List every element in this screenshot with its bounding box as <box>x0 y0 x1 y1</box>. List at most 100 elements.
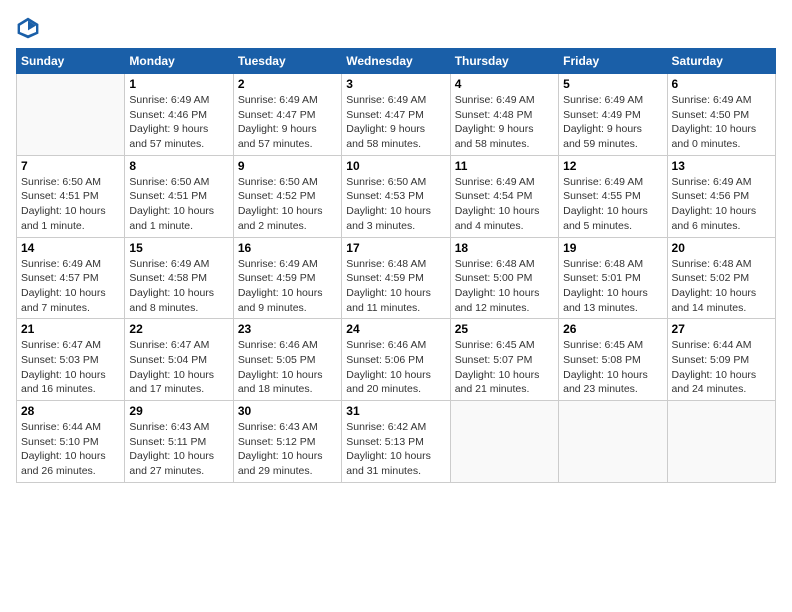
day-number: 7 <box>21 159 120 173</box>
day-number: 16 <box>238 241 337 255</box>
day-info: Sunrise: 6:45 AM Sunset: 5:07 PM Dayligh… <box>455 338 554 397</box>
calendar-cell <box>17 74 125 156</box>
calendar-cell: 24 Sunrise: 6:46 AM Sunset: 5:06 PM Dayli… <box>342 319 450 401</box>
day-header-saturday: Saturday <box>667 49 775 74</box>
day-info: Sunrise: 6:44 AM Sunset: 5:09 PM Dayligh… <box>672 338 771 397</box>
calendar-cell: 8 Sunrise: 6:50 AM Sunset: 4:51 PM Daylig… <box>125 155 233 237</box>
day-info: Sunrise: 6:49 AM Sunset: 4:49 PM Dayligh… <box>563 93 662 152</box>
day-info: Sunrise: 6:49 AM Sunset: 4:55 PM Dayligh… <box>563 175 662 234</box>
calendar-cell: 10Sunrise: 6:50 AM Sunset: 4:53 PM Dayli… <box>342 155 450 237</box>
day-number: 2 <box>238 77 337 91</box>
calendar-cell: 12 Sunrise: 6:49 AM Sunset: 4:55 PM Dayli… <box>559 155 667 237</box>
day-info: Sunrise: 6:43 AM Sunset: 5:11 PM Dayligh… <box>129 420 228 479</box>
day-number: 25 <box>455 322 554 336</box>
day-number: 5 <box>563 77 662 91</box>
calendar-week-3: 14 Sunrise: 6:49 AM Sunset: 4:57 PM Dayli… <box>17 237 776 319</box>
day-number: 19 <box>563 241 662 255</box>
day-info: Sunrise: 6:49 AM Sunset: 4:47 PM Dayligh… <box>346 93 445 152</box>
day-info: Sunrise: 6:46 AM Sunset: 5:05 PM Dayligh… <box>238 338 337 397</box>
day-number: 28 <box>21 404 120 418</box>
day-number: 17 <box>346 241 445 255</box>
calendar-cell: 13 Sunrise: 6:49 AM Sunset: 4:56 PM Dayli… <box>667 155 775 237</box>
day-header-friday: Friday <box>559 49 667 74</box>
day-info: Sunrise: 6:49 AM Sunset: 4:54 PM Dayligh… <box>455 175 554 234</box>
day-info: Sunrise: 6:49 AM Sunset: 4:48 PM Dayligh… <box>455 93 554 152</box>
day-info: Sunrise: 6:43 AM Sunset: 5:12 PM Dayligh… <box>238 420 337 479</box>
calendar-cell: 25 Sunrise: 6:45 AM Sunset: 5:07 PM Dayli… <box>450 319 558 401</box>
day-info: Sunrise: 6:49 AM Sunset: 4:46 PM Dayligh… <box>129 93 228 152</box>
day-number: 31 <box>346 404 445 418</box>
calendar-cell: 3 Sunrise: 6:49 AM Sunset: 4:47 PM Daylig… <box>342 74 450 156</box>
day-number: 22 <box>129 322 228 336</box>
day-header-tuesday: Tuesday <box>233 49 341 74</box>
calendar-cell: 19 Sunrise: 6:48 AM Sunset: 5:01 PM Dayli… <box>559 237 667 319</box>
day-info: Sunrise: 6:49 AM Sunset: 4:50 PM Dayligh… <box>672 93 771 152</box>
calendar-week-5: 28 Sunrise: 6:44 AM Sunset: 5:10 PM Dayli… <box>17 401 776 483</box>
day-info: Sunrise: 6:46 AM Sunset: 5:06 PM Dayligh… <box>346 338 445 397</box>
day-info: Sunrise: 6:48 AM Sunset: 5:02 PM Dayligh… <box>672 257 771 316</box>
day-info: Sunrise: 6:42 AM Sunset: 5:13 PM Dayligh… <box>346 420 445 479</box>
calendar-cell: 5 Sunrise: 6:49 AM Sunset: 4:49 PM Daylig… <box>559 74 667 156</box>
day-info: Sunrise: 6:49 AM Sunset: 4:56 PM Dayligh… <box>672 175 771 234</box>
day-number: 3 <box>346 77 445 91</box>
calendar-cell: 26 Sunrise: 6:45 AM Sunset: 5:08 PM Dayli… <box>559 319 667 401</box>
calendar-cell: 11 Sunrise: 6:49 AM Sunset: 4:54 PM Dayli… <box>450 155 558 237</box>
day-header-thursday: Thursday <box>450 49 558 74</box>
day-info: Sunrise: 6:48 AM Sunset: 5:00 PM Dayligh… <box>455 257 554 316</box>
day-info: Sunrise: 6:50 AM Sunset: 4:52 PM Dayligh… <box>238 175 337 234</box>
calendar-cell: 4Sunrise: 6:49 AM Sunset: 4:48 PM Daylig… <box>450 74 558 156</box>
calendar-cell: 16 Sunrise: 6:49 AM Sunset: 4:59 PM Dayli… <box>233 237 341 319</box>
day-number: 21 <box>21 322 120 336</box>
day-number: 30 <box>238 404 337 418</box>
calendar-cell: 14 Sunrise: 6:49 AM Sunset: 4:57 PM Dayli… <box>17 237 125 319</box>
calendar-week-4: 21 Sunrise: 6:47 AM Sunset: 5:03 PM Dayli… <box>17 319 776 401</box>
day-info: Sunrise: 6:50 AM Sunset: 4:51 PM Dayligh… <box>129 175 228 234</box>
calendar-cell: 15 Sunrise: 6:49 AM Sunset: 4:58 PM Dayli… <box>125 237 233 319</box>
calendar-header-row: SundayMondayTuesdayWednesdayThursdayFrid… <box>17 49 776 74</box>
calendar-cell: 22 Sunrise: 6:47 AM Sunset: 5:04 PM Dayli… <box>125 319 233 401</box>
calendar-cell: 31 Sunrise: 6:42 AM Sunset: 5:13 PM Dayli… <box>342 401 450 483</box>
calendar-week-2: 7 Sunrise: 6:50 AM Sunset: 4:51 PM Daylig… <box>17 155 776 237</box>
day-info: Sunrise: 6:49 AM Sunset: 4:57 PM Dayligh… <box>21 257 120 316</box>
day-number: 20 <box>672 241 771 255</box>
day-number: 24 <box>346 322 445 336</box>
calendar-cell: 29Sunrise: 6:43 AM Sunset: 5:11 PM Dayli… <box>125 401 233 483</box>
day-info: Sunrise: 6:45 AM Sunset: 5:08 PM Dayligh… <box>563 338 662 397</box>
calendar-cell: 18 Sunrise: 6:48 AM Sunset: 5:00 PM Dayli… <box>450 237 558 319</box>
day-number: 18 <box>455 241 554 255</box>
day-header-monday: Monday <box>125 49 233 74</box>
day-info: Sunrise: 6:44 AM Sunset: 5:10 PM Dayligh… <box>21 420 120 479</box>
calendar-cell <box>667 401 775 483</box>
calendar-cell: 6 Sunrise: 6:49 AM Sunset: 4:50 PM Daylig… <box>667 74 775 156</box>
day-number: 27 <box>672 322 771 336</box>
calendar-cell: 28 Sunrise: 6:44 AM Sunset: 5:10 PM Dayli… <box>17 401 125 483</box>
calendar-cell: 27 Sunrise: 6:44 AM Sunset: 5:09 PM Dayli… <box>667 319 775 401</box>
day-number: 11 <box>455 159 554 173</box>
calendar-cell: 17 Sunrise: 6:48 AM Sunset: 4:59 PM Dayli… <box>342 237 450 319</box>
day-number: 15 <box>129 241 228 255</box>
day-info: Sunrise: 6:48 AM Sunset: 4:59 PM Dayligh… <box>346 257 445 316</box>
day-info: Sunrise: 6:47 AM Sunset: 5:04 PM Dayligh… <box>129 338 228 397</box>
calendar-cell: 30 Sunrise: 6:43 AM Sunset: 5:12 PM Dayli… <box>233 401 341 483</box>
day-number: 1 <box>129 77 228 91</box>
day-info: Sunrise: 6:47 AM Sunset: 5:03 PM Dayligh… <box>21 338 120 397</box>
day-number: 8 <box>129 159 228 173</box>
day-number: 14 <box>21 241 120 255</box>
calendar-week-1: 1 Sunrise: 6:49 AM Sunset: 4:46 PM Daylig… <box>17 74 776 156</box>
day-number: 13 <box>672 159 771 173</box>
day-info: Sunrise: 6:49 AM Sunset: 4:58 PM Dayligh… <box>129 257 228 316</box>
day-number: 12 <box>563 159 662 173</box>
calendar-cell: 23Sunrise: 6:46 AM Sunset: 5:05 PM Dayli… <box>233 319 341 401</box>
day-number: 6 <box>672 77 771 91</box>
day-number: 26 <box>563 322 662 336</box>
day-info: Sunrise: 6:49 AM Sunset: 4:59 PM Dayligh… <box>238 257 337 316</box>
logo-icon <box>16 16 40 40</box>
day-header-sunday: Sunday <box>17 49 125 74</box>
calendar-cell: 9Sunrise: 6:50 AM Sunset: 4:52 PM Daylig… <box>233 155 341 237</box>
calendar-cell <box>559 401 667 483</box>
calendar-cell <box>450 401 558 483</box>
day-info: Sunrise: 6:48 AM Sunset: 5:01 PM Dayligh… <box>563 257 662 316</box>
day-info: Sunrise: 6:50 AM Sunset: 4:51 PM Dayligh… <box>21 175 120 234</box>
day-info: Sunrise: 6:49 AM Sunset: 4:47 PM Dayligh… <box>238 93 337 152</box>
calendar-cell: 2 Sunrise: 6:49 AM Sunset: 4:47 PM Daylig… <box>233 74 341 156</box>
